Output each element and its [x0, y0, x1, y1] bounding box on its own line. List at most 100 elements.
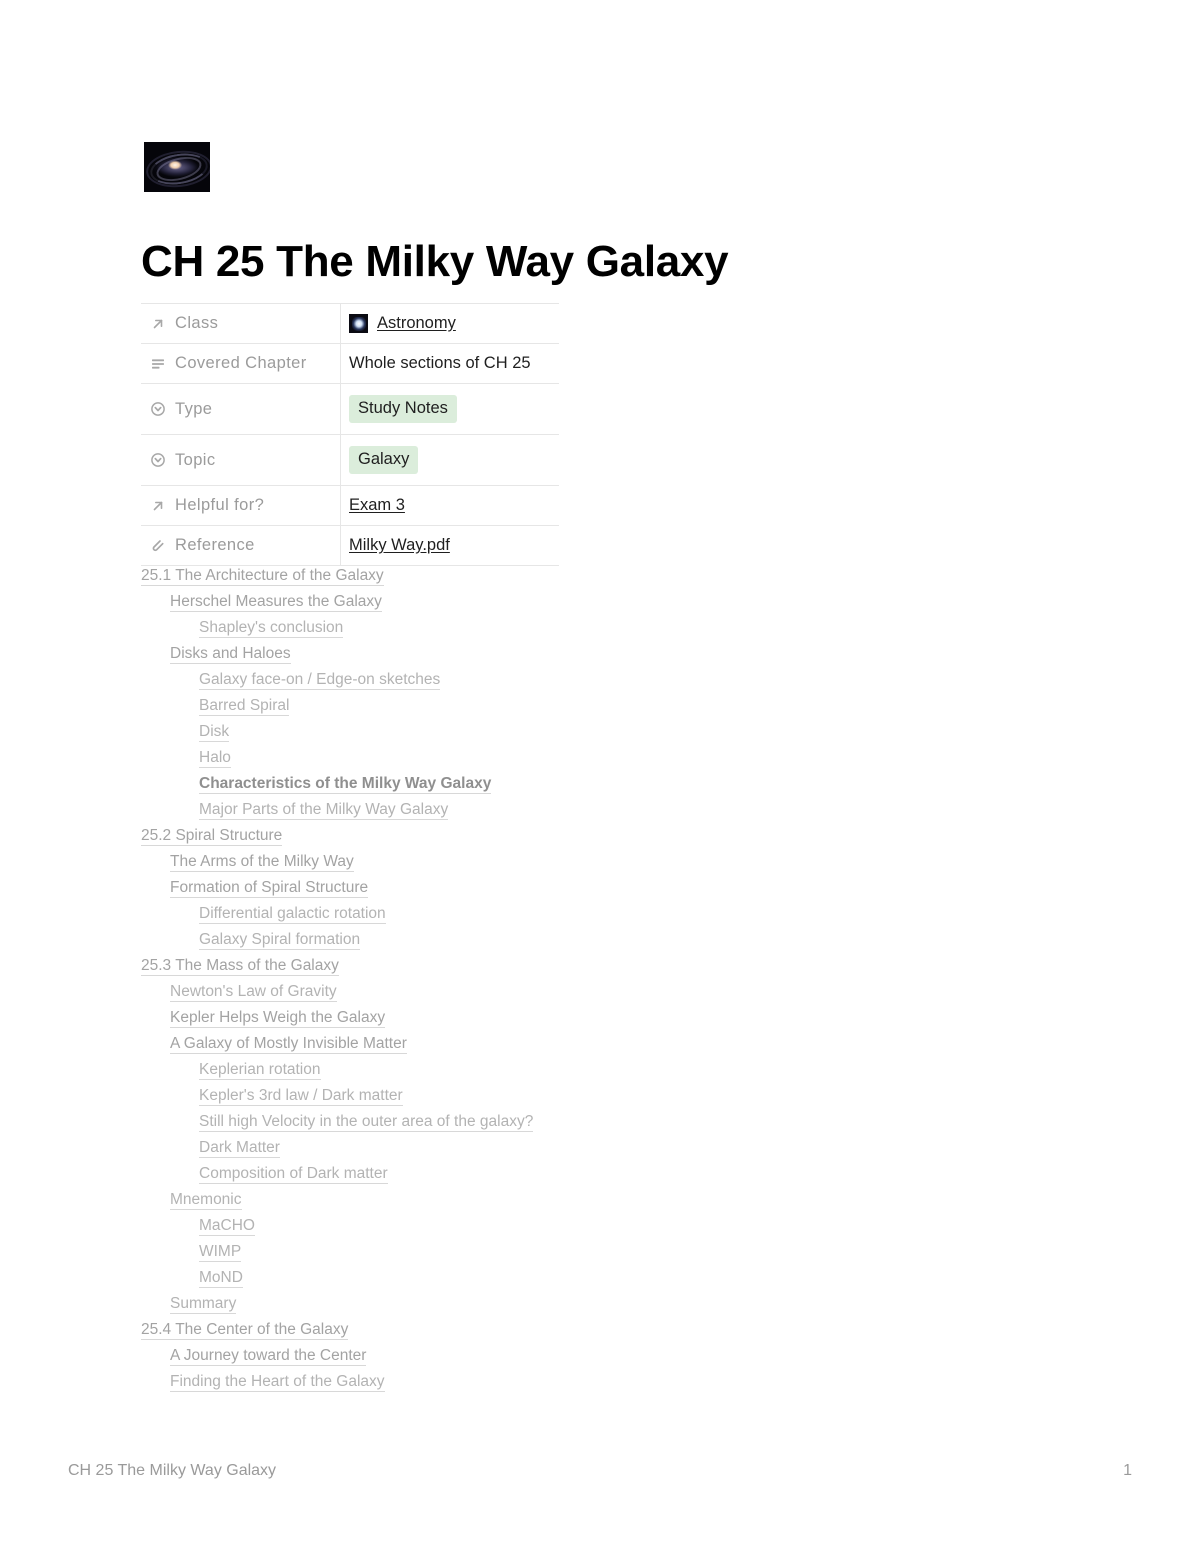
toc-item-label: Dark Matter [199, 1139, 280, 1158]
arrow-up-right-icon [150, 316, 166, 332]
toc-item-label: Kepler Helps Weigh the Galaxy [170, 1009, 386, 1028]
toc-item[interactable]: Dark Matter [199, 1135, 1041, 1161]
toc-item[interactable]: MoND [199, 1265, 1041, 1291]
property-value-covered-chapter: Whole sections of CH 25 [341, 344, 560, 384]
toc-item[interactable]: WIMP [199, 1239, 1041, 1265]
arrow-up-right-icon [150, 498, 166, 514]
toc-item-label: Characteristics of the Milky Way Galaxy [199, 775, 492, 794]
toc-item-label: Barred Spiral [199, 697, 290, 716]
footer-document-title: CH 25 The Milky Way Galaxy [68, 1462, 277, 1479]
property-key-topic: Topic [141, 434, 341, 486]
toc-item[interactable]: Herschel Measures the Galaxy [170, 589, 1041, 615]
toc-item-label: Keplerian rotation [199, 1061, 321, 1080]
property-value-reference: Milky Way.pdf [341, 526, 560, 566]
toc-item-label: Galaxy Spiral formation [199, 931, 361, 950]
table-of-contents: 25.1 The Architecture of the Galaxy Hersc… [141, 563, 1041, 1395]
toc-item[interactable]: Formation of Spiral Structure [170, 875, 1041, 901]
toc-item-label: Shapley's conclusion [199, 619, 344, 638]
toc-item[interactable]: Still high Velocity in the outer area of… [199, 1109, 1041, 1135]
status-badge-topic[interactable]: Galaxy [349, 446, 419, 474]
toc-item-label: 25.2 Spiral Structure [141, 827, 283, 846]
toc-item[interactable]: A Journey toward the Center [170, 1343, 1041, 1369]
property-key-helpful-for: Helpful for? [141, 485, 341, 526]
toc-item-label: Mnemonic [170, 1191, 242, 1210]
property-row-reference: Reference Milky Way.pdf [141, 525, 560, 566]
toc-item[interactable]: Galaxy face-on / Edge-on sketches [199, 667, 1041, 693]
toc-item[interactable]: Keplerian rotation [199, 1057, 1041, 1083]
document-page: CH 25 The Milky Way Galaxy Class Astrono… [0, 0, 1200, 1553]
toc-item[interactable]: Finding the Heart of the Galaxy [170, 1369, 1041, 1395]
toc-item-label: Halo [199, 749, 231, 768]
property-label: Helpful for? [175, 496, 265, 514]
property-value-topic: Galaxy [341, 435, 560, 486]
toc-item-label: Disks and Haloes [170, 645, 291, 664]
property-key-reference: Reference [141, 525, 341, 566]
property-label: Reference [175, 536, 255, 554]
toc-item[interactable]: 25.3 The Mass of the Galaxy [141, 953, 1041, 979]
toc-item-label: Herschel Measures the Galaxy [170, 593, 382, 612]
toc-item[interactable]: Mnemonic [170, 1187, 1041, 1213]
toc-item[interactable]: 25.1 The Architecture of the Galaxy [141, 563, 1041, 589]
page-title: CH 25 The Milky Way Galaxy [141, 237, 729, 287]
toc-item-label: WIMP [199, 1243, 242, 1262]
property-label: Type [175, 399, 213, 418]
toc-item[interactable]: Composition of Dark matter [199, 1161, 1041, 1187]
toc-item[interactable]: Halo [199, 745, 1041, 771]
property-key-covered-chapter: Covered Chapter [141, 343, 341, 384]
toc-item[interactable]: Barred Spiral [199, 693, 1041, 719]
property-value-type: Study Notes [341, 384, 560, 435]
toc-item-label: Formation of Spiral Structure [170, 879, 369, 898]
toc-item-label: Galaxy face-on / Edge-on sketches [199, 671, 441, 690]
reference-file-link[interactable]: Milky Way.pdf [349, 536, 450, 554]
galaxy-thumbnail-icon [349, 314, 368, 333]
toc-item-label: The Arms of the Milky Way [170, 853, 354, 872]
toc-item-label: Major Parts of the Milky Way Galaxy [199, 801, 449, 820]
toc-item[interactable]: Galaxy Spiral formation [199, 927, 1041, 953]
toc-item[interactable]: Characteristics of the Milky Way Galaxy [199, 771, 1041, 797]
helpful-for-relation-link[interactable]: Exam 3 [349, 496, 405, 514]
toc-item-label: Summary [170, 1295, 237, 1314]
toc-item[interactable]: Kepler's 3rd law / Dark matter [199, 1083, 1041, 1109]
property-label: Topic [175, 450, 216, 469]
toc-item[interactable]: Kepler Helps Weigh the Galaxy [170, 1005, 1041, 1031]
property-label: Covered Chapter [175, 354, 307, 372]
toc-item[interactable]: Summary [170, 1291, 1041, 1317]
covered-chapter-text[interactable]: Whole sections of CH 25 [349, 354, 531, 372]
property-row-helpful-for: Helpful for? Exam 3 [141, 485, 560, 526]
toc-item[interactable]: Major Parts of the Milky Way Galaxy [199, 797, 1041, 823]
status-badge-type[interactable]: Study Notes [349, 395, 457, 423]
class-relation-link[interactable]: Astronomy [377, 314, 456, 333]
toc-item-label: Newton's Law of Gravity [170, 983, 337, 1002]
toc-item-label: Disk [199, 723, 230, 742]
toc-item[interactable]: Disks and Haloes [170, 641, 1041, 667]
toc-item[interactable]: A Galaxy of Mostly Invisible Matter [170, 1031, 1041, 1057]
toc-item[interactable]: The Arms of the Milky Way [170, 849, 1041, 875]
toc-item-label: Finding the Heart of the Galaxy [170, 1373, 385, 1392]
toc-item[interactable]: 25.2 Spiral Structure [141, 823, 1041, 849]
toc-item-label: MaCHO [199, 1217, 255, 1236]
toc-item[interactable]: 25.4 The Center of the Galaxy [141, 1317, 1041, 1343]
toc-item-label: Composition of Dark matter [199, 1165, 388, 1184]
properties-table: Class Astronomy Covered Chapter Whole se… [141, 303, 559, 566]
toc-item-label: 25.4 The Center of the Galaxy [141, 1321, 349, 1340]
property-row-type: Type Study Notes [141, 383, 560, 435]
toc-item-label: MoND [199, 1269, 243, 1288]
property-row-class: Class Astronomy [141, 303, 559, 344]
footer-page-number: 1 [1123, 1462, 1132, 1479]
toc-item-label: 25.3 The Mass of the Galaxy [141, 957, 339, 976]
toc-item-label: Differential galactic rotation [199, 905, 386, 924]
page-footer: CH 25 The Milky Way Galaxy 1 [68, 1462, 1132, 1480]
toc-item-label: Still high Velocity in the outer area of… [199, 1113, 534, 1132]
property-label: Class [175, 314, 219, 332]
paperclip-icon [150, 538, 166, 554]
circled-chevron-down-icon [150, 401, 166, 417]
property-row-topic: Topic Galaxy [141, 434, 560, 486]
toc-item[interactable]: Newton's Law of Gravity [170, 979, 1041, 1005]
toc-item[interactable]: Shapley's conclusion [199, 615, 1041, 641]
toc-item[interactable]: MaCHO [199, 1213, 1041, 1239]
toc-item[interactable]: Disk [199, 719, 1041, 745]
toc-item-label: 25.1 The Architecture of the Galaxy [141, 567, 384, 586]
text-lines-icon [150, 356, 166, 372]
property-value-helpful-for: Exam 3 [341, 486, 560, 526]
toc-item[interactable]: Differential galactic rotation [199, 901, 1041, 927]
